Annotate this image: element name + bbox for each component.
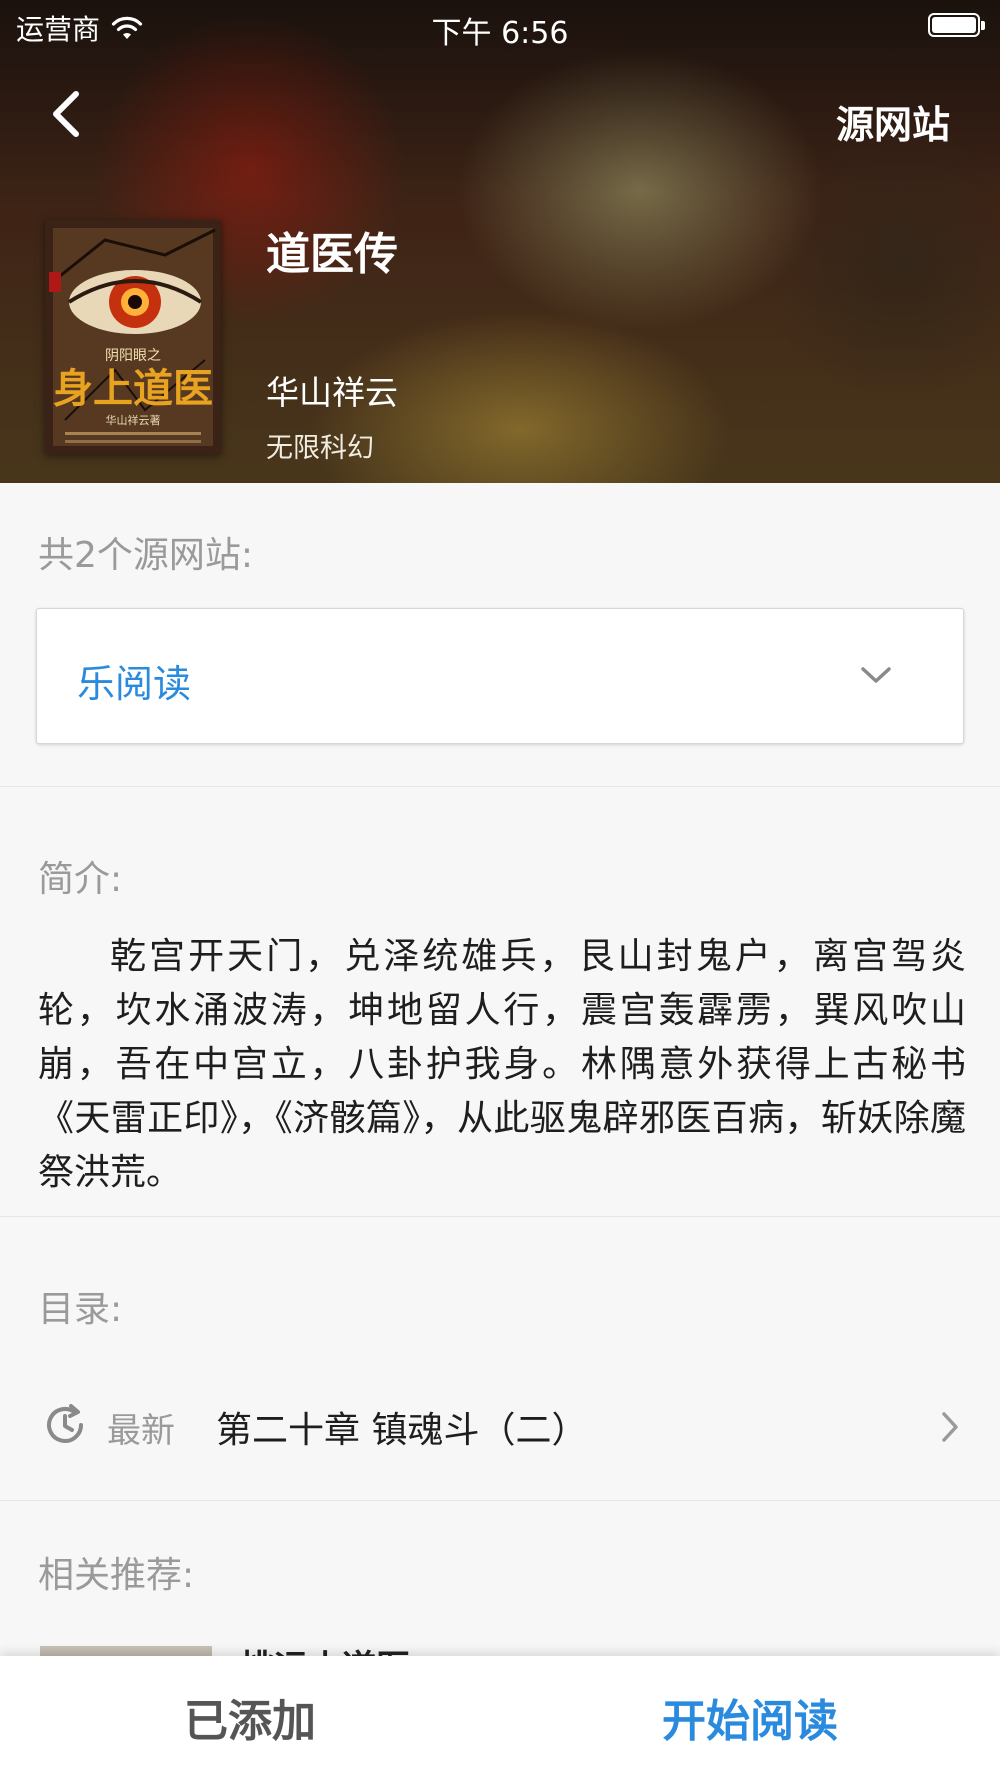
- book-header: 运营商 下午 6:56 源网站 阴阳眼之 身上道医 华山祥云著 道医传 华山祥云…: [0, 0, 1000, 483]
- book-genre: 无限科幻: [266, 433, 374, 464]
- intro-text: 乾宫开天门，兑泽统雄兵，艮山封鬼户，离宫驾炎轮，坎水涌波涛，坤地留人行，震宫轰霹…: [38, 936, 966, 1193]
- recommend-label: 相关推荐:: [38, 1555, 195, 1596]
- intro-label: 简介:: [38, 859, 123, 900]
- history-clock-icon: [47, 1404, 83, 1443]
- source-dropdown[interactable]: 乐阅读: [36, 608, 964, 744]
- book-author: 华山祥云: [266, 373, 398, 412]
- svg-text:阴阳眼之: 阴阳眼之: [105, 348, 161, 364]
- latest-tag: 最新: [107, 1411, 175, 1451]
- start-reading-button[interactable]: 开始阅读: [500, 1656, 1000, 1778]
- toc-label: 目录:: [38, 1289, 123, 1330]
- latest-chapter-title: 第二十章 镇魂斗（二）: [216, 1410, 588, 1451]
- divider: [0, 1500, 1000, 1501]
- added-to-shelf-button[interactable]: 已添加: [0, 1656, 500, 1778]
- battery-icon: [928, 13, 985, 37]
- source-site-button[interactable]: 源网站: [836, 94, 950, 149]
- cover-art-image: 阴阳眼之 身上道医 华山祥云著: [45, 220, 221, 454]
- book-title: 道医传: [266, 229, 398, 280]
- book-cover: 阴阳眼之 身上道医 华山祥云著: [45, 220, 221, 454]
- status-time: 下午 6:56: [431, 16, 569, 51]
- status-bar: 运营商 下午 6:56: [0, 0, 1000, 51]
- selected-source: 乐阅读: [77, 662, 192, 706]
- chevron-left-icon: [53, 91, 79, 137]
- chevron-right-icon: [942, 1412, 958, 1442]
- bottom-action-bar: 已添加 开始阅读: [0, 1656, 1000, 1778]
- svg-text:华山祥云著: 华山祥云著: [106, 413, 161, 427]
- divider: [0, 1216, 1000, 1217]
- chevron-down-icon: [861, 667, 891, 683]
- source-count-label: 共2个源网站:: [38, 535, 254, 576]
- latest-chapter-row[interactable]: 最新 第二十章 镇魂斗（二）: [0, 1370, 1000, 1480]
- back-button[interactable]: [40, 84, 100, 144]
- svg-text:身上道医: 身上道医: [53, 366, 213, 412]
- divider: [0, 786, 1000, 787]
